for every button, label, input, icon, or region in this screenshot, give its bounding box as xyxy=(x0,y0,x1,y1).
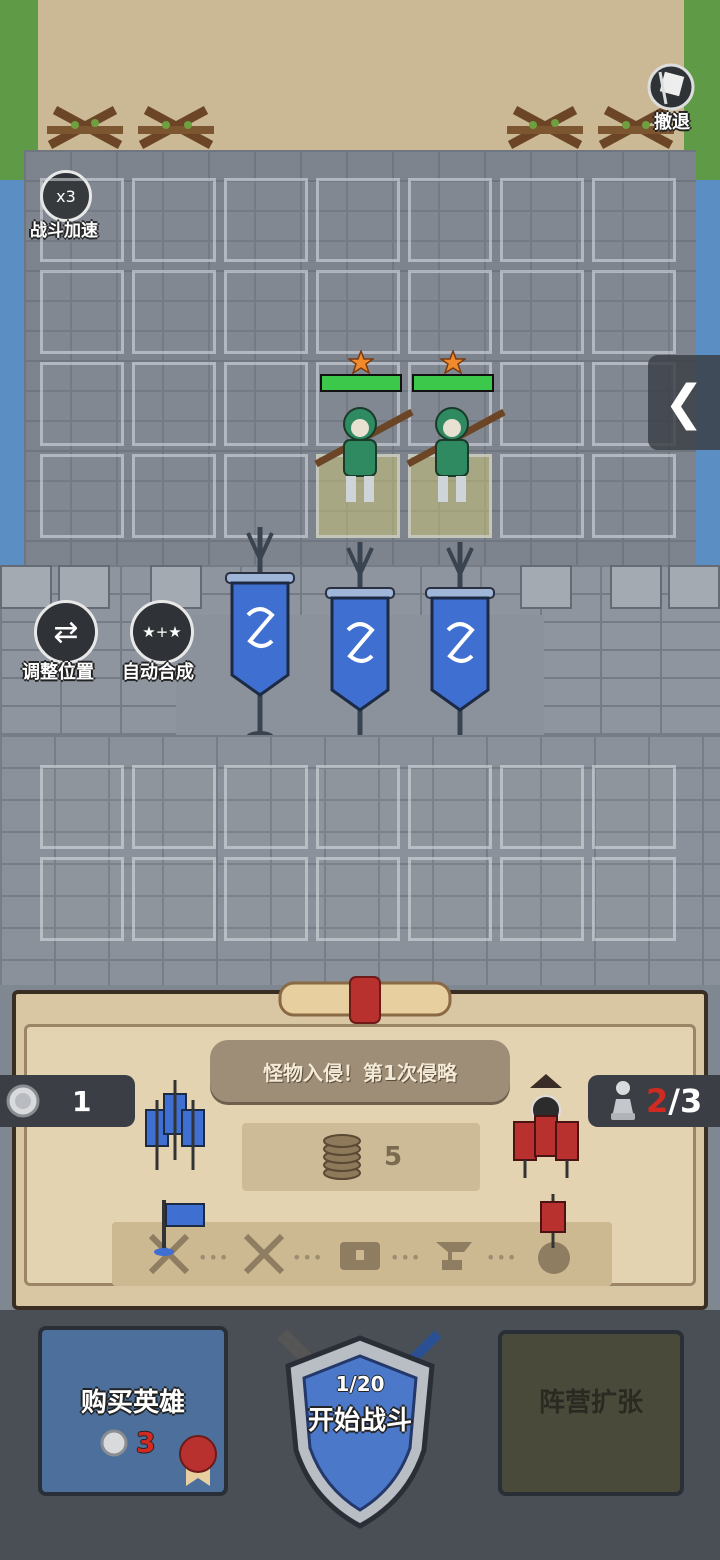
crossed-swords-icon xyxy=(243,1233,285,1275)
camp-expand-label: 阵营扩张 xyxy=(538,1388,643,1418)
treasure-chest-icon xyxy=(340,1242,380,1270)
invasion-banner: 怪物入侵！第1次侵略 xyxy=(210,1040,510,1102)
reward-box: 5 xyxy=(242,1123,480,1191)
grid-cell[interactable] xyxy=(500,765,584,849)
enemy-army-icon xyxy=(513,1074,579,1178)
grid-cell[interactable] xyxy=(40,362,124,446)
scroll-seal-icon xyxy=(278,976,452,1024)
grid-cell[interactable] xyxy=(132,270,216,354)
buy-hero-label: 购买英雄 xyxy=(80,1388,185,1418)
wax-seal-icon xyxy=(179,1435,217,1486)
swap-icon: ⇄ xyxy=(34,600,98,664)
health-fill xyxy=(322,376,400,390)
musketeer-unit[interactable] xyxy=(406,350,506,520)
grid-cell[interactable] xyxy=(592,857,676,941)
grid-cell[interactable] xyxy=(40,857,124,941)
grid-cell[interactable] xyxy=(40,765,124,849)
grid-cell[interactable] xyxy=(132,765,216,849)
grid-cell[interactable] xyxy=(500,178,584,262)
coin-stack-icon xyxy=(322,1134,361,1180)
grid-cell[interactable] xyxy=(224,857,308,941)
retreat-button[interactable]: 撤退 xyxy=(640,62,700,133)
grid-cell[interactable] xyxy=(40,178,124,262)
grid-cell[interactable] xyxy=(316,857,400,941)
grid-cell[interactable] xyxy=(592,454,676,538)
grid-cell[interactable] xyxy=(408,857,492,941)
star-icon xyxy=(348,350,374,374)
buy-hero-button[interactable]: 购买英雄 3 xyxy=(38,1326,228,1496)
coin-counter: 1 xyxy=(0,1075,135,1127)
moat-left xyxy=(0,180,24,580)
silver-coin-icon xyxy=(6,1084,40,1118)
grid-cell[interactable] xyxy=(132,857,216,941)
grid-cell[interactable] xyxy=(132,362,216,446)
auto-merge-label: 自动合成 xyxy=(122,662,194,683)
health-fill xyxy=(414,376,492,390)
merge-stars-icon: ★+★ xyxy=(130,600,194,664)
army-current: 2 xyxy=(646,1082,669,1120)
health-bar xyxy=(412,374,494,392)
reward-value: 5 xyxy=(383,1142,403,1172)
grid-cell[interactable] xyxy=(592,178,676,262)
grid-cell[interactable] xyxy=(500,857,584,941)
grid-cell[interactable] xyxy=(408,178,492,262)
grid-cell[interactable] xyxy=(500,362,584,446)
barricade-icon xyxy=(138,106,214,149)
chevron-left-icon: ❮ xyxy=(663,374,705,431)
buy-cost: 3 xyxy=(100,1426,155,1459)
grid-cell[interactable] xyxy=(316,178,400,262)
grid-cell[interactable] xyxy=(592,270,676,354)
army-size-counter: 2 /3 xyxy=(588,1075,720,1127)
grid-cell[interactable] xyxy=(500,270,584,354)
musketeer-sprite-icon xyxy=(406,407,506,502)
start-battle-label: 开始战斗 xyxy=(307,1406,412,1436)
battle-progress: 1/20 xyxy=(335,1372,385,1396)
invasion-text: 怪物入侵！第1次侵略 xyxy=(263,1060,457,1085)
player-army-icon xyxy=(145,1080,205,1170)
wall-crenel xyxy=(610,565,662,609)
wall-crenel xyxy=(520,565,572,609)
musketeer-unit[interactable] xyxy=(314,350,414,520)
adjust-position-button[interactable]: ⇄ 调整位置 xyxy=(22,600,117,685)
progress-dots: ••• xyxy=(390,1248,422,1267)
grid-cell[interactable] xyxy=(40,454,124,538)
buy-cost-value: 3 xyxy=(136,1426,156,1459)
star-icon xyxy=(440,350,466,374)
wall-crenel xyxy=(668,565,720,609)
grid-cell[interactable] xyxy=(224,362,308,446)
grid-cell[interactable] xyxy=(316,765,400,849)
grid-cell[interactable] xyxy=(224,765,308,849)
grid-cell[interactable] xyxy=(132,178,216,262)
anvil-icon xyxy=(436,1242,472,1270)
player-flag-marker-icon xyxy=(154,1200,205,1256)
dragon-banner-icon xyxy=(225,527,295,743)
barricade-icon xyxy=(507,106,583,149)
auto-merge-button[interactable]: ★+★ 自动合成 xyxy=(120,600,215,685)
barricade-icon xyxy=(47,106,123,149)
army-max: /3 xyxy=(668,1082,703,1120)
grid-cell[interactable] xyxy=(500,454,584,538)
retreat-label: 撤退 xyxy=(654,112,690,133)
grid-cell[interactable] xyxy=(316,270,400,354)
silver-coin-icon xyxy=(100,1429,128,1456)
side-panel-toggle[interactable]: ❮ xyxy=(648,355,720,450)
enemy-flag-marker-icon xyxy=(540,1194,566,1248)
pawn-icon xyxy=(611,1081,635,1120)
progress-dots: ••• xyxy=(486,1248,518,1267)
adjust-label: 调整位置 xyxy=(22,662,94,683)
health-bar xyxy=(320,374,402,392)
grid-cell[interactable] xyxy=(408,270,492,354)
grid-cell[interactable] xyxy=(224,270,308,354)
progress-dots: ••• xyxy=(292,1248,324,1267)
camp-expand-button[interactable]: 阵营扩张 xyxy=(498,1330,684,1496)
grid-cell[interactable] xyxy=(408,765,492,849)
white-flag-icon xyxy=(647,63,695,111)
grid-cell[interactable] xyxy=(40,270,124,354)
grid-cell[interactable] xyxy=(224,178,308,262)
start-battle-button[interactable]: 1/20 开始战斗 xyxy=(278,1372,442,1437)
coin-value: 1 xyxy=(72,1084,92,1118)
grid-cell[interactable] xyxy=(592,765,676,849)
grid-cell[interactable] xyxy=(132,454,216,538)
